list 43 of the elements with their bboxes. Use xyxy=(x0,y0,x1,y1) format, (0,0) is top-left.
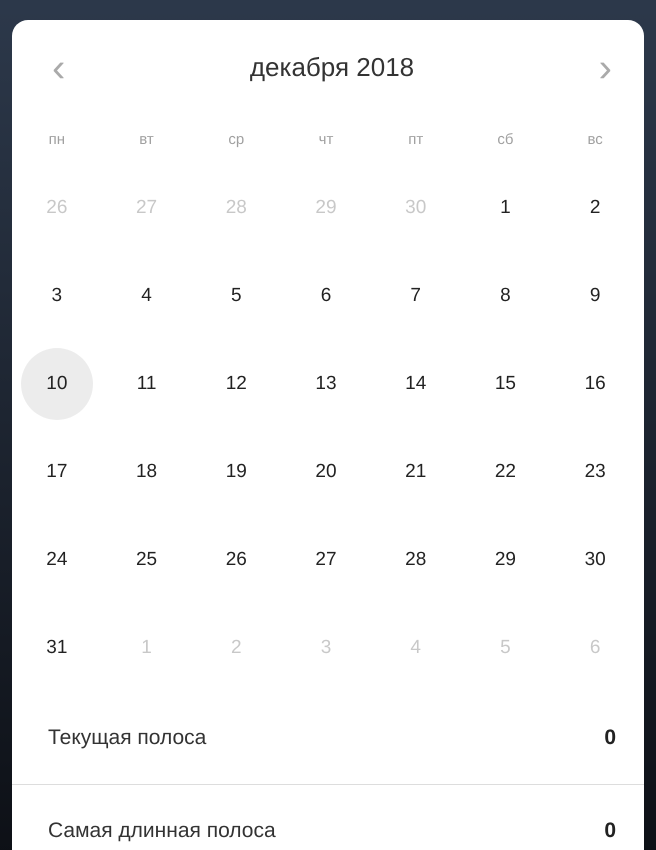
day-button[interactable]: 24 xyxy=(20,524,93,596)
stat-value: 0 xyxy=(604,818,616,842)
day-button[interactable]: 20 xyxy=(290,436,362,508)
stat-value: 0 xyxy=(604,726,616,750)
day-button[interactable]: 12 xyxy=(200,348,272,420)
weekday-label: ср xyxy=(228,131,244,148)
day-button[interactable]: 22 xyxy=(469,436,542,508)
month-title: декабря 2018 xyxy=(250,52,414,83)
day-button[interactable]: 5 xyxy=(200,260,272,332)
day-button[interactable]: 6 xyxy=(290,260,362,332)
weekday-label: вт xyxy=(139,131,154,148)
day-button[interactable]: 9 xyxy=(559,260,632,332)
weekday-label: пн xyxy=(48,131,66,148)
stat-label: Текущая полоса xyxy=(48,726,206,750)
day-button[interactable]: 16 xyxy=(559,348,632,420)
day-button[interactable]: 23 xyxy=(559,436,632,508)
weekday-label: сб xyxy=(497,131,514,148)
day-button[interactable]: 15 xyxy=(469,348,542,420)
day-button[interactable]: 18 xyxy=(110,436,183,508)
weekday-label: вс xyxy=(587,131,603,148)
day-button[interactable]: 29 xyxy=(469,524,542,596)
day-button[interactable]: 19 xyxy=(200,436,272,508)
day-button[interactable]: 27 xyxy=(290,524,362,596)
stat-label: Самая длинная полоса xyxy=(48,818,276,842)
day-button[interactable]: 28 xyxy=(380,524,452,596)
day-button[interactable]: 21 xyxy=(380,436,452,508)
weekday-label: чт xyxy=(318,131,334,148)
day-button[interactable]: 7 xyxy=(380,260,452,332)
day-button[interactable]: 13 xyxy=(290,348,362,420)
day-button[interactable]: 8 xyxy=(469,260,542,332)
day-button[interactable]: 10 xyxy=(20,348,93,420)
day-button[interactable]: 31 xyxy=(20,612,93,684)
day-button[interactable]: 2 xyxy=(559,172,632,244)
day-button[interactable]: 30 xyxy=(559,524,632,596)
day-button[interactable]: 4 xyxy=(110,260,183,332)
day-button[interactable]: 11 xyxy=(110,348,183,420)
day-button[interactable]: 3 xyxy=(20,260,93,332)
day-button[interactable]: 17 xyxy=(20,436,93,508)
day-button[interactable]: 14 xyxy=(380,348,452,420)
weekday-label: пт xyxy=(408,131,424,148)
day-button[interactable]: 26 xyxy=(200,524,272,596)
day-button[interactable]: 1 xyxy=(469,172,542,244)
day-button[interactable]: 25 xyxy=(110,524,183,596)
